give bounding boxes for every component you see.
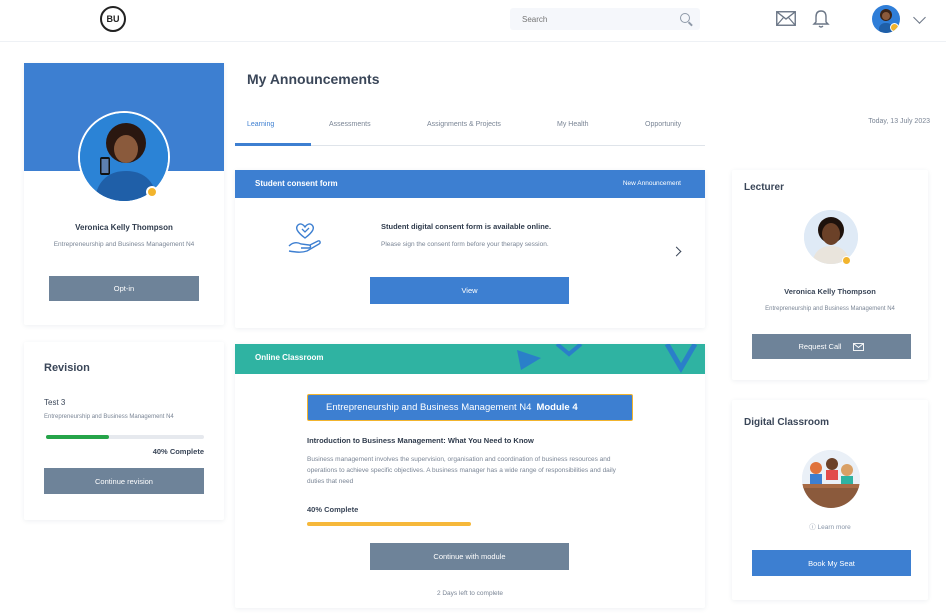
lecturer-portrait [804,210,858,264]
mail-icon[interactable] [776,11,796,26]
lecturer-card: Lecturer Veronica Kelly Thompson Entrepr… [732,170,928,380]
digital-classroom-illustration [802,450,860,508]
user-avatar[interactable] [872,5,900,33]
consent-heading: Student digital consent form is availabl… [381,222,552,231]
book-my-seat-button[interactable]: Book My Seat [752,550,911,576]
tab-my-health[interactable]: My Health [557,118,589,146]
logo[interactable]: BU [100,6,126,32]
announcement-tabs: Learning Assessments Assignments & Proje… [235,118,705,146]
classroom-header: Online Classroom [235,344,705,374]
continue-revision-button[interactable]: Continue revision [44,468,204,494]
digital-classroom-card: Digital Classroom ⓘ Learn more Book My S… [732,400,928,600]
days-left-text: 2 Days left to complete [436,590,504,597]
chevron-down-icon[interactable] [913,11,926,24]
module-heading: Introduction to Business Management: Wha… [307,436,534,445]
consent-title: Student consent form [255,179,338,188]
request-call-button[interactable]: Request Call [752,334,911,359]
active-tab-indicator [235,143,311,146]
classroom-illustration [802,450,860,508]
revision-test-name: Test 3 [44,398,66,407]
avatar-portrait [879,9,893,33]
classroom-title: Online Classroom [255,353,324,362]
profile-course: Entrepreneurship and Business Management… [53,241,195,248]
new-announcement-badge: New Announcement [622,180,681,187]
module-progress-label: 40% Complete [307,505,359,514]
tab-opportunity[interactable]: Opportunity [645,118,681,146]
search-icon[interactable] [680,13,690,23]
mail-icon [853,342,865,351]
module-number: Module 4 [536,402,578,413]
heart-hand-icon [288,223,321,253]
opt-in-button[interactable]: Opt-in [49,276,199,301]
learn-more-link[interactable]: ⓘ Learn more [732,521,928,531]
tab-assignments-projects[interactable]: Assignments & Projects [427,118,501,146]
revision-title: Revision [44,362,90,374]
consent-announcement-card: Student consent form New Announcement St… [235,170,705,328]
module-description: Business management involves the supervi… [307,456,616,485]
digital-classroom-title: Digital Classroom [744,417,830,428]
request-call-label: Request Call [798,342,842,351]
learn-more-label: Learn more [817,524,851,531]
lecturer-name: Veronica Kelly Thompson [784,287,876,296]
tab-assessments[interactable]: Assessments [329,118,371,146]
chevron-right-icon[interactable] [671,246,682,257]
lecturer-course: Entrepreneurship and Business Management… [765,306,895,312]
bell-icon[interactable] [812,9,830,29]
tab-learning[interactable]: Learning [247,118,274,146]
search-input[interactable] [510,8,670,30]
online-classroom-card: Online Classroom Entrepreneurship and Bu… [235,344,705,608]
consent-description: Please sign the consent form before your… [381,241,549,248]
revision-progress-bar [46,435,204,439]
page-title: My Announcements [247,71,380,87]
lecturer-photo [804,210,858,264]
search-box[interactable] [510,8,700,30]
view-button[interactable]: View [370,277,569,304]
consent-header: Student consent form New Announcement [235,170,705,198]
today-date: Today, 13 July 2023 [868,118,930,125]
continue-module-button[interactable]: Continue with module [370,543,569,570]
online-status-dot [146,186,158,198]
module-progress-bar [307,522,471,526]
revision-progress-fill [46,435,110,439]
top-bar: BU [0,0,946,42]
profile-card: Veronica Kelly Thompson Entrepreneurship… [24,63,224,325]
module-banner[interactable]: Entrepreneurship and Business Management… [307,394,633,421]
revision-course: Entrepreneurship and Business Management… [44,414,174,420]
logo-text: BU [106,14,120,24]
profile-name: Veronica Kelly Thompson [75,223,173,232]
module-course: Entrepreneurship and Business Management… [326,402,532,413]
info-icon: ⓘ [809,524,818,531]
lecturer-status-dot [842,256,851,265]
revision-progress-label: 40% Complete [152,447,204,456]
lecturer-title: Lecturer [744,182,785,193]
revision-card: Revision Test 3 Entrepreneurship and Bus… [24,342,224,520]
